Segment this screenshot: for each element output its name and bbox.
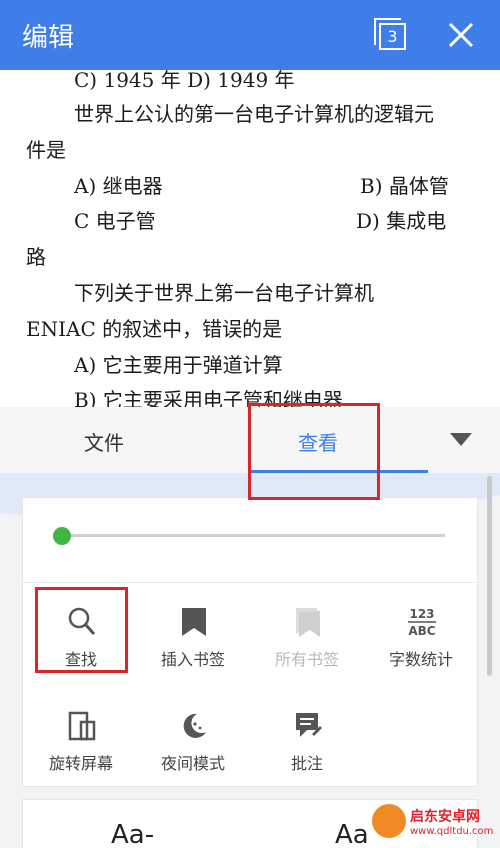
word-count-icon: 123 ABC (408, 607, 436, 638)
close-icon (448, 22, 474, 48)
rotate-screen-icon (68, 711, 96, 741)
doc-line: A) 继电器 (74, 174, 163, 198)
word-count-label: 字数统计 (388, 650, 453, 669)
doc-line: C) 1945 年 D) 1949 年 (74, 70, 295, 92)
decrease-font-button[interactable]: Aa- (111, 820, 154, 848)
tab-file[interactable]: 文件 (84, 427, 124, 456)
divider (23, 582, 479, 583)
close-button[interactable] (446, 20, 476, 50)
watermark-url: www.qdltdu.com (410, 826, 494, 837)
page-title: 编辑 (22, 23, 75, 53)
word-count-button[interactable]: 123 ABC 字数统计 (369, 598, 473, 678)
bookmarks-icon (296, 608, 320, 637)
doc-line: A) 它主要用于弹道计算 (74, 353, 283, 377)
night-mode-icon (183, 713, 206, 738)
comment-icon (296, 713, 322, 737)
insert-bookmark-label: 插入书签 (160, 650, 225, 669)
doc-line: B) 晶体管 (360, 174, 449, 198)
all-bookmarks-button[interactable]: 所有书签 (255, 598, 359, 678)
doc-line: ENIAC 的叙述中，错误的是 (26, 317, 283, 341)
doc-line: 件是 (26, 138, 66, 162)
word-count-glyph-top: 123 (409, 607, 434, 621)
doc-line: 世界上公认的第一台电子计算机的逻辑元 (74, 102, 434, 126)
comment-button[interactable]: 批注 (255, 702, 359, 782)
watermark-text: 启东安卓网 (410, 809, 480, 825)
collapse-panel-icon[interactable] (450, 433, 472, 446)
highlight-box-find (35, 587, 128, 673)
all-bookmarks-label: 所有书签 (274, 650, 339, 669)
rotate-screen-label: 旋转屏幕 (48, 754, 113, 773)
doc-line: D) 集成电 (356, 209, 447, 233)
watermark: 启东安卓网 www.qdltdu.com (368, 798, 500, 848)
insert-bookmark-button[interactable]: 插入书签 (141, 598, 245, 678)
night-mode-label: 夜间模式 (160, 754, 225, 773)
tabs-count-button[interactable]: 3 (374, 18, 408, 52)
panel-scrollbar[interactable] (487, 476, 492, 676)
doc-line: C 电子管 (74, 209, 156, 233)
night-mode-button[interactable]: 夜间模式 (141, 702, 245, 782)
doc-line: 下列关于世界上第一台电子计算机 (74, 281, 374, 305)
increase-font-button[interactable]: Aa (335, 820, 369, 848)
bookmark-icon (182, 608, 206, 636)
top-bar: 编辑 3 (0, 0, 500, 70)
rotate-screen-button[interactable]: 旋转屏幕 (29, 702, 133, 782)
comment-label: 批注 (290, 754, 323, 773)
brightness-slider-knob[interactable] (53, 527, 71, 545)
doc-line: 路 (26, 245, 46, 269)
word-count-glyph-bottom: ABC (408, 624, 435, 638)
brightness-slider-track[interactable] (61, 534, 445, 537)
tab-count: 3 (379, 23, 406, 50)
highlight-box-view-tab (248, 403, 380, 500)
document-content[interactable]: C) 1945 年 D) 1949 年 世界上公认的第一台电子计算机的逻辑元 件… (0, 70, 500, 407)
watermark-logo-icon (372, 804, 406, 838)
